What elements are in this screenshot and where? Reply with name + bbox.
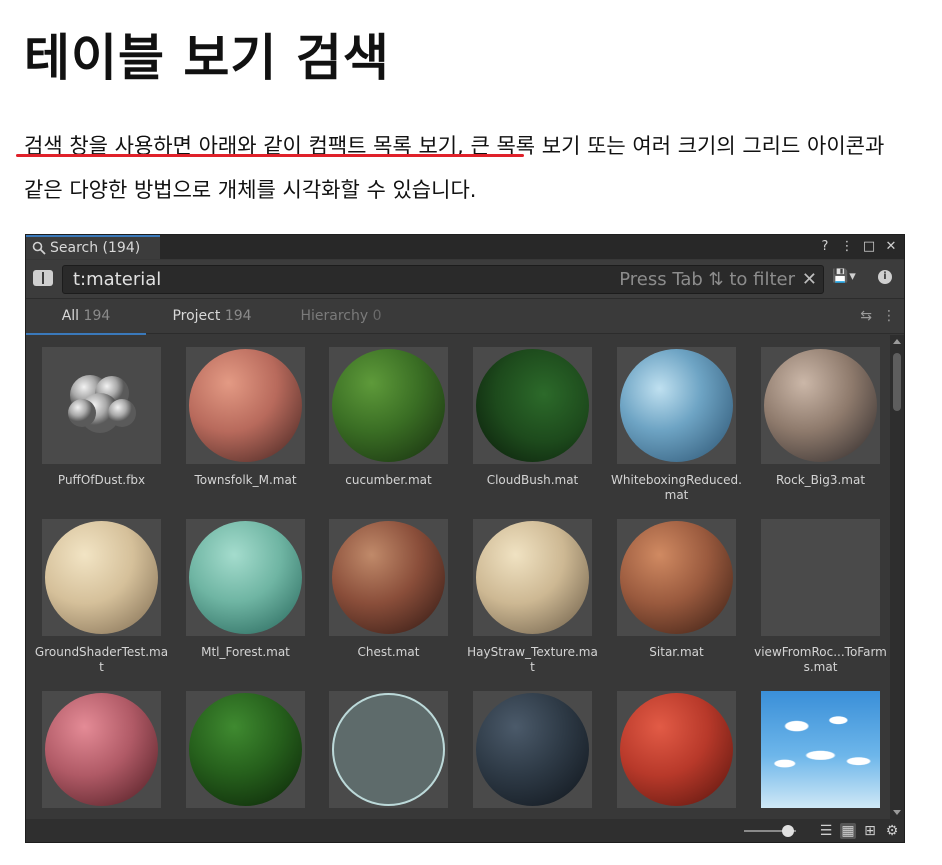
side-panel-toggle-icon[interactable] [33,270,53,286]
material-sphere-preview [620,693,733,806]
item-name: GroundShaderTest.mat [34,645,169,674]
item-thumbnail [42,519,161,636]
material-sphere-preview [332,349,445,462]
settings-icon[interactable]: ⚙ [884,823,900,839]
vertical-scrollbar[interactable] [890,335,904,819]
scrollbar-thumb[interactable] [893,353,901,411]
search-hint: Press Tab ⇅ to filter [619,269,795,290]
window-menu-icon[interactable]: ⋮ [840,237,854,255]
item-thumbnail [761,691,880,808]
item-name: WhiteboxingReduced.mat [611,473,742,502]
item-thumbnail [617,519,736,636]
material-sphere-preview [476,521,589,634]
material-sphere-preview [476,693,589,806]
tab-count: 0 [372,308,382,324]
tab-count: 194 [83,308,111,324]
tab-hierarchy[interactable]: Hierarchy 0 [278,299,404,334]
tab-label: Hierarchy [300,308,369,324]
item-thumbnail [186,519,305,636]
save-icon: 💾 [832,269,849,284]
material-sphere-preview [476,349,589,462]
clear-search-icon[interactable]: ✕ [802,268,817,292]
material-sphere-preview [332,693,445,806]
item-thumbnail [42,347,161,464]
item-thumbnail [186,347,305,464]
material-sphere-preview [189,349,302,462]
item-name: Mtl_Forest.mat [201,645,290,659]
item-thumbnail [473,347,592,464]
item-thumbnail [473,519,592,636]
tab-project[interactable]: Project 194 [152,299,272,334]
page-title: 테이블 보기 검색 [24,29,390,87]
item-thumbnail [761,347,880,464]
item-name: Chest.mat [357,645,420,659]
status-bar: ☰ ▦ ⊞ ⚙ [26,819,904,842]
material-sphere-preview [764,349,877,462]
sky-texture-preview [761,691,880,808]
search-icon [32,241,46,255]
item-thumbnail [329,347,448,464]
info-icon[interactable]: i [878,270,892,284]
scroll-up-icon[interactable] [893,339,901,344]
item-name: PuffOfDust.fbx [57,473,146,487]
search-input[interactable]: t:material Press Tab ⇅ to filter ✕ [62,265,824,294]
item-thumbnail [617,347,736,464]
item-thumbnail [761,519,880,636]
maximize-icon[interactable]: □ [862,237,876,255]
save-search-button[interactable]: 💾 ▾ [832,269,856,284]
search-window-tab[interactable]: Search (194) [26,235,160,259]
material-sphere-preview [189,521,302,634]
window-titlebar: Search (194) ? ⋮ □ ✕ [26,235,904,259]
search-query[interactable]: t:material [73,268,161,292]
item-name: viewFromRoc...ToFarms.mat [754,645,887,674]
material-sphere-preview [332,521,445,634]
item-thumbnail [329,691,448,808]
material-sphere-preview [45,693,158,806]
list-view-icon[interactable]: ☰ [818,823,834,839]
item-thumbnail [42,691,161,808]
material-sphere-preview [45,521,158,634]
tab-label: All [61,308,80,324]
item-name: CloudBush.mat [486,473,579,487]
search-toolbar: t:material Press Tab ⇅ to filter ✕ 💾 ▾ i [26,260,904,298]
item-name: Sitar.mat [649,645,704,659]
material-sphere-preview [189,693,302,806]
provider-tabs: All 194 Project 194 Hierarchy 0 ⇆ ⋮ [26,298,904,335]
more-options-icon[interactable]: ⋮ [882,308,896,324]
item-name: Townsfolk_M.mat [194,473,297,487]
item-thumbnail [473,691,592,808]
mesh-preview [68,375,136,433]
search-window: Search (194) ? ⋮ □ ✕ t:material Press Ta… [25,234,905,843]
help-icon[interactable]: ? [818,237,832,255]
item-name: Rock_Big3.mat [775,473,866,487]
tab-count: 194 [224,308,252,324]
item-name: HayStraw_Texture.mat [467,645,598,674]
chevron-down-icon: ▾ [849,269,856,284]
results-grid: PuffOfDust.fbx Townsfolk_M.mat cucumber.ma… [26,335,890,819]
intro-paragraph: 검색 창을 사용하면 아래와 같이 컴팩트 목록 보기, 큰 목록 보기 또는 … [24,134,885,202]
tab-label: Project [172,308,221,324]
table-view-icon[interactable]: ⊞ [862,823,878,839]
item-thumbnail [617,691,736,808]
scroll-down-icon[interactable] [893,810,901,815]
item-size-slider-handle[interactable] [782,825,794,837]
close-icon[interactable]: ✕ [884,237,898,255]
item-name: cucumber.mat [345,473,432,487]
material-sphere-preview [620,349,733,462]
item-thumbnail [186,691,305,808]
sync-icon[interactable]: ⇆ [860,308,872,324]
item-thumbnail [329,519,448,636]
highlight-underline [16,154,524,157]
tab-all[interactable]: All 194 [26,299,146,335]
grid-view-icon[interactable]: ▦ [840,823,856,839]
material-sphere-preview [620,521,733,634]
tab-title: Search (194) [50,240,141,256]
